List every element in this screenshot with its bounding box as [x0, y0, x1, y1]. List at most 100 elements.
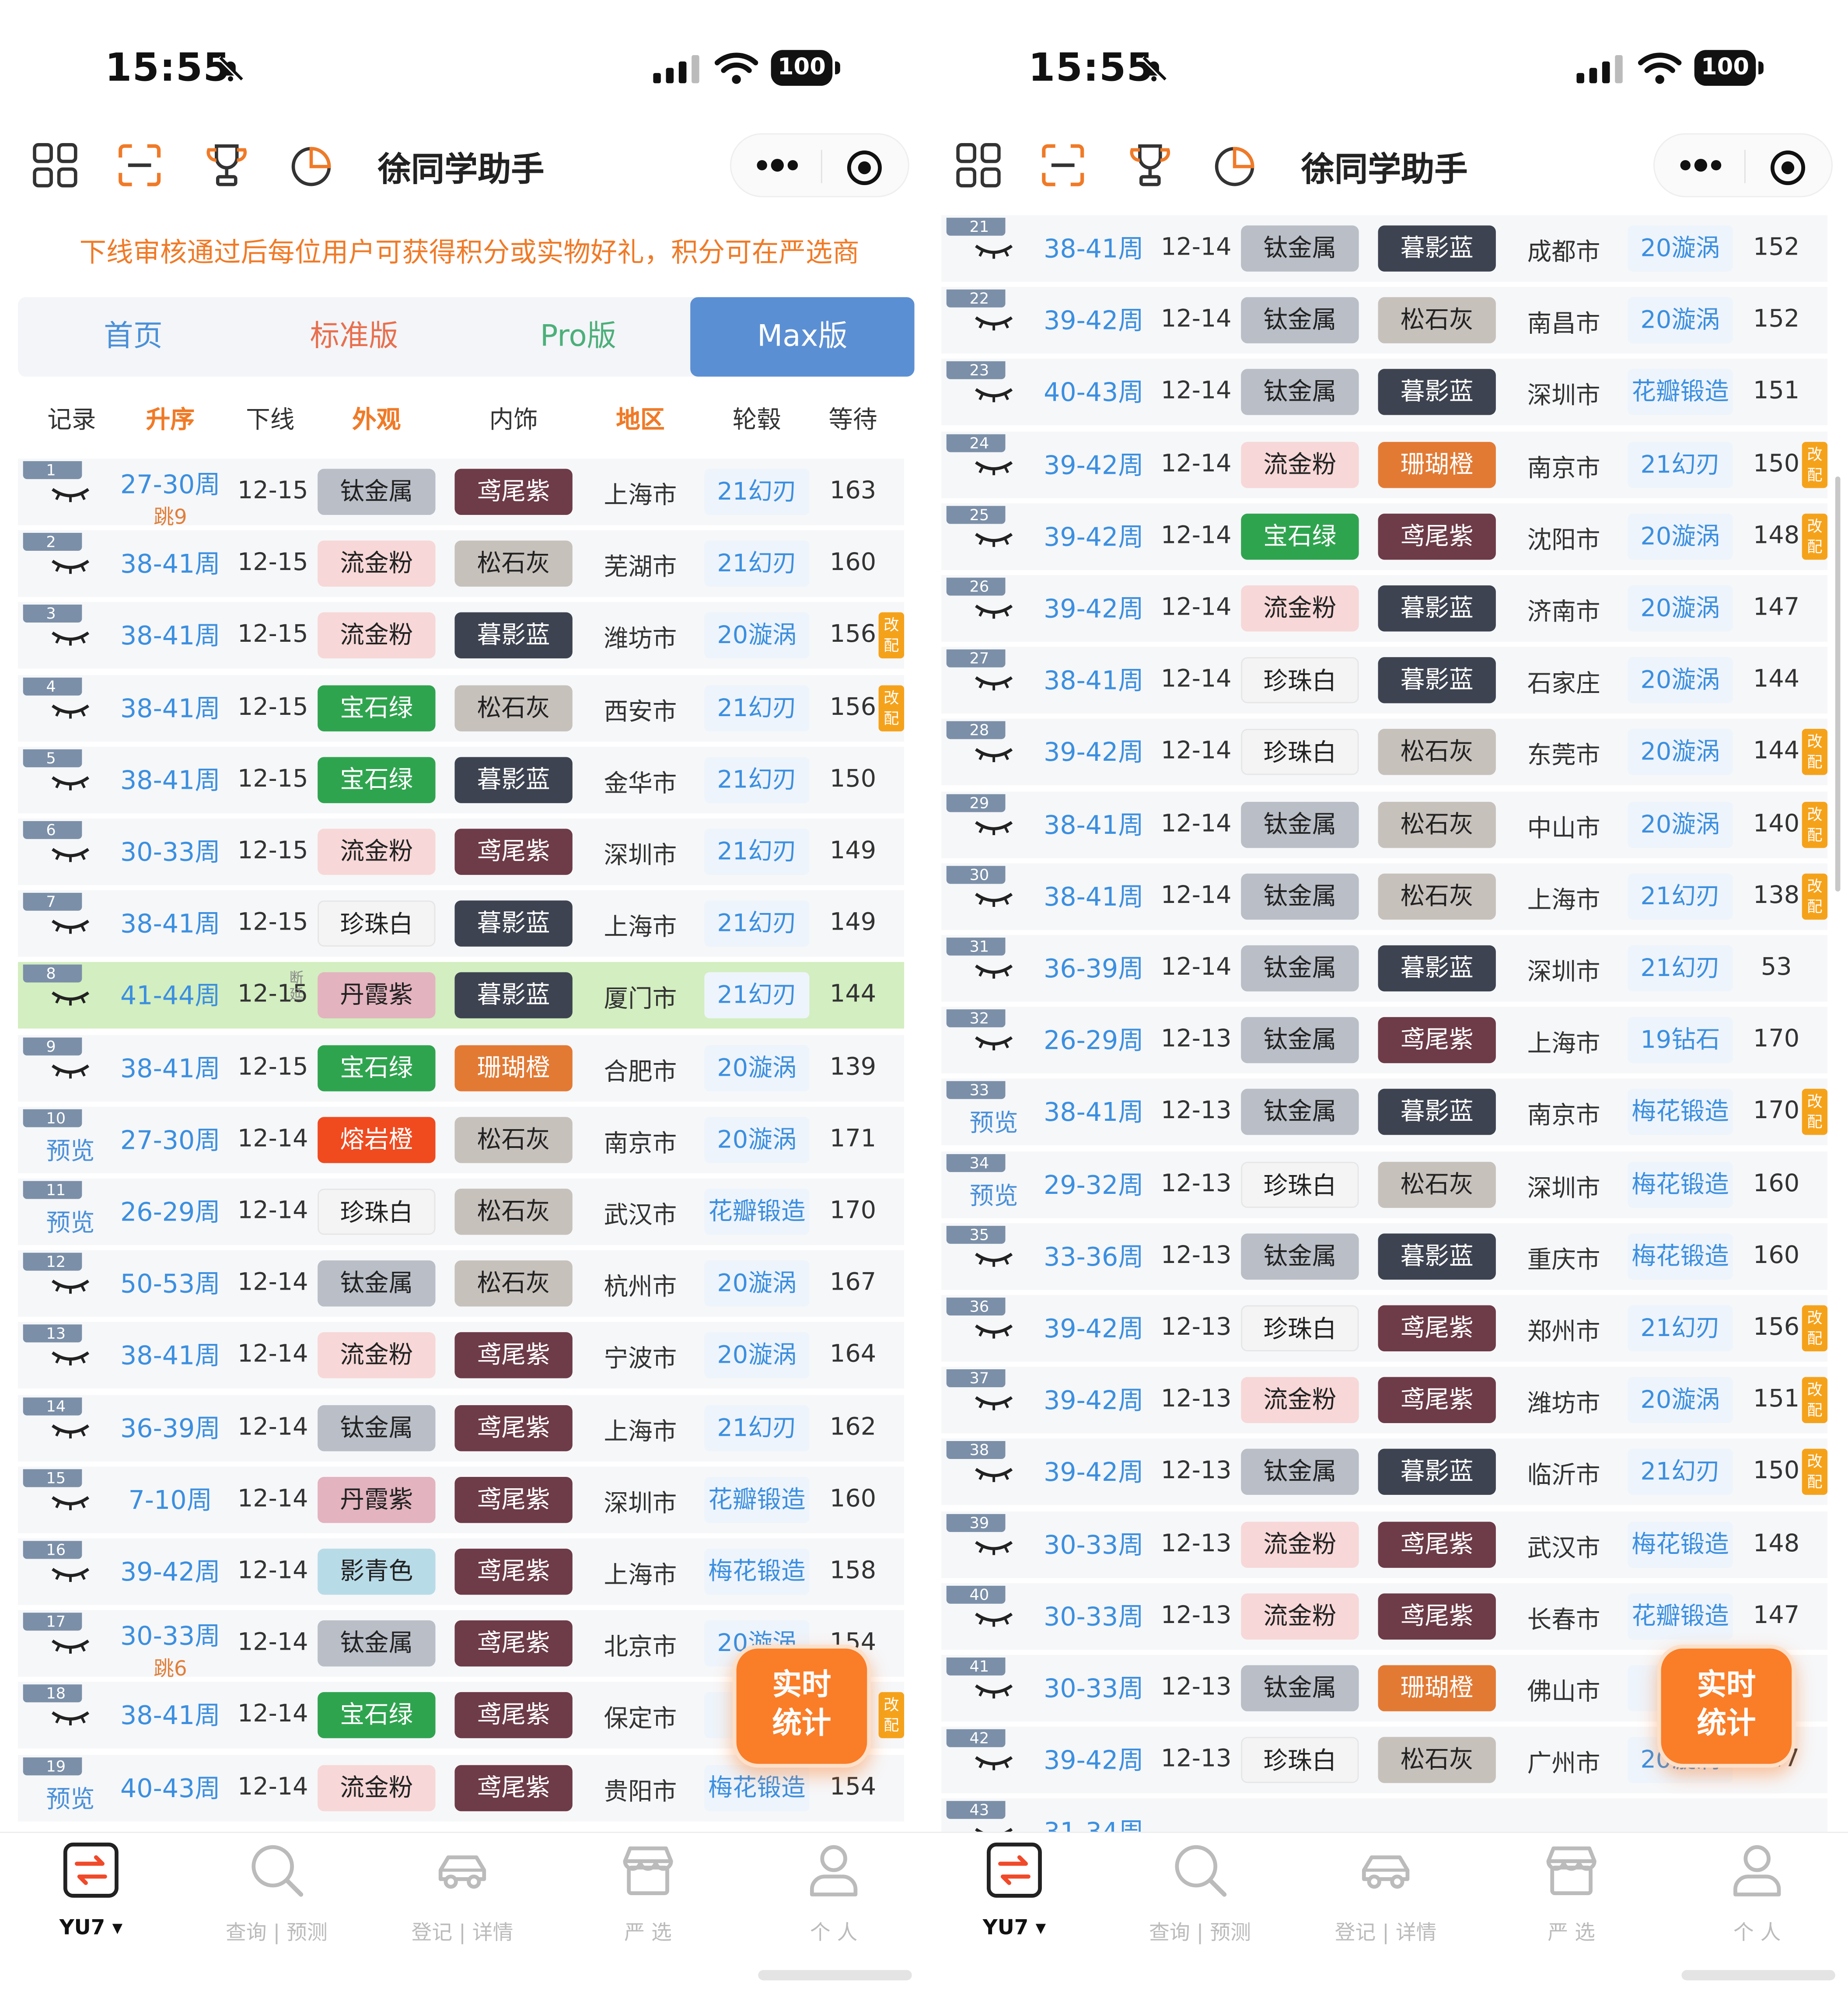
- eye-closed-icon[interactable]: [49, 1060, 92, 1081]
- eye-closed-icon[interactable]: [972, 241, 1016, 261]
- bottom-tab-2[interactable]: 登记 | 详情: [379, 1841, 546, 1956]
- eye-closed-icon[interactable]: [972, 529, 1016, 549]
- eye-closed-icon[interactable]: [972, 1033, 1016, 1053]
- table-row[interactable]: 6 30-33周 12-15 流金粉 鸢尾紫 深圳市 21幻刃 149: [17, 816, 905, 888]
- more-icon[interactable]: [1678, 152, 1724, 178]
- table-row[interactable]: 15 7-10周 12-14 丹霞紫 鸢尾紫 深圳市 花瓣锻造 160: [17, 1464, 905, 1536]
- eye-closed-icon[interactable]: [49, 700, 92, 721]
- eye-closed-icon[interactable]: [49, 1636, 92, 1657]
- column-header-2[interactable]: 下线: [220, 397, 320, 443]
- table-row[interactable]: 29 38-41周 12-14 钛金属 松石灰 中山市 20漩涡 140 改配: [941, 788, 1828, 860]
- eye-closed-icon[interactable]: [972, 817, 1016, 837]
- eye-closed-icon[interactable]: [972, 1825, 1016, 1832]
- table-row[interactable]: 37 39-42周 12-13 流金粉 鸢尾紫 潍坊市 20漩涡 151 改配: [941, 1364, 1828, 1436]
- eye-closed-icon[interactable]: [972, 1536, 1016, 1557]
- table-row[interactable]: 13 38-41周 12-14 流金粉 鸢尾紫 宁波市 20漩涡 164: [17, 1320, 905, 1392]
- table-row[interactable]: 35 33-36周 12-13 钛金属 暮影蓝 重庆市 梅花锻造 160: [941, 1221, 1828, 1292]
- table-row[interactable]: 21 38-41周 12-14 钛金属 暮影蓝 成都市 20漩涡 152: [941, 213, 1828, 284]
- column-header-7[interactable]: 等待: [817, 397, 889, 443]
- table-row[interactable]: 31 36-39周 12-14 钛金属 暮影蓝 深圳市 21幻刃 53: [941, 933, 1828, 1004]
- table-row[interactable]: 5 38-41周 12-15 宝石绿 暮影蓝 金华市 21幻刃 150: [17, 744, 905, 816]
- close-target-icon[interactable]: [1768, 147, 1809, 189]
- table-row[interactable]: 43 31-34周: [941, 1796, 1828, 1832]
- eye-closed-icon[interactable]: [49, 556, 92, 577]
- eye-closed-icon[interactable]: [972, 1681, 1016, 1701]
- eye-closed-icon[interactable]: [49, 1564, 92, 1585]
- table-row[interactable]: 27 38-41周 12-14 珍珠白 暮影蓝 石家庄 20漩涡 144: [941, 644, 1828, 716]
- realtime-stats-button[interactable]: 实时 统计: [1657, 1644, 1796, 1768]
- eye-closed-icon[interactable]: [972, 313, 1016, 333]
- preview-link[interactable]: 预览: [46, 1780, 94, 1815]
- eye-closed-icon[interactable]: [49, 1348, 92, 1368]
- bottom-tab-1[interactable]: 查询 | 预测: [1117, 1841, 1283, 1956]
- table-row[interactable]: 3 38-41周 12-15 流金粉 暮影蓝 潍坊市 20漩涡 156 改配: [17, 600, 905, 672]
- table-row[interactable]: 1 27-30周 跳9 12-15 钛金属 鸢尾紫 上海市 21幻刃 163: [17, 456, 905, 529]
- preview-link[interactable]: 预览: [969, 1177, 1018, 1211]
- eye-closed-icon[interactable]: [49, 988, 92, 1009]
- bottom-tab-4[interactable]: 个 人: [1674, 1841, 1841, 1956]
- table-row[interactable]: 8 41-44周 12-15 断延 丹霞紫 暮影蓝 厦门市 21幻刃 144: [17, 960, 905, 1032]
- tab-2[interactable]: Pro版: [466, 297, 690, 377]
- bottom-tab-2[interactable]: 登记 | 详情: [1303, 1841, 1469, 1956]
- bottom-tab-1[interactable]: 查询 | 预测: [193, 1841, 360, 1956]
- eye-closed-icon[interactable]: [972, 673, 1016, 693]
- tab-0[interactable]: 首页: [18, 297, 248, 377]
- close-target-icon[interactable]: [844, 147, 885, 189]
- preview-link[interactable]: 预览: [969, 1105, 1018, 1139]
- tab-1[interactable]: 标准版: [242, 297, 466, 377]
- column-header-0[interactable]: 记录: [23, 397, 121, 443]
- bottom-tab-3[interactable]: 严 选: [1488, 1841, 1655, 1956]
- table-row[interactable]: 25 39-42周 12-14 宝石绿 鸢尾紫 沈阳市 20漩涡 148 改配: [941, 500, 1828, 572]
- eye-closed-icon[interactable]: [49, 916, 92, 937]
- eye-closed-icon[interactable]: [49, 1708, 92, 1728]
- table-row[interactable]: 14 36-39周 12-14 钛金属 鸢尾紫 上海市 21幻刃 162: [17, 1392, 905, 1464]
- table-row[interactable]: 7 38-41周 12-15 珍珠白 暮影蓝 上海市 21幻刃 149: [17, 888, 905, 960]
- eye-closed-icon[interactable]: [49, 484, 92, 505]
- table-row[interactable]: 10 预览 27-30周 12-14 熔岩橙 松石灰 南京市 20漩涡 171: [17, 1104, 905, 1175]
- table-row[interactable]: 24 39-42周 12-14 流金粉 珊瑚橙 南京市 21幻刃 150 改配: [941, 429, 1828, 500]
- table-row[interactable]: 2 38-41周 12-15 流金粉 松石灰 芜湖市 21幻刃 160: [17, 528, 905, 600]
- eye-closed-icon[interactable]: [972, 1392, 1016, 1413]
- eye-closed-icon[interactable]: [972, 1249, 1016, 1269]
- table-row[interactable]: 36 39-42周 12-13 珍珠白 鸢尾紫 郑州市 21幻刃 156 改配: [941, 1292, 1828, 1364]
- preview-link[interactable]: 预览: [46, 1204, 94, 1238]
- scrollbar[interactable]: [1835, 476, 1841, 892]
- table-row[interactable]: 40 30-33周 12-13 流金粉 鸢尾紫 长春市 花瓣锻造 147: [941, 1581, 1828, 1652]
- table-row[interactable]: 11 预览 26-29周 12-14 珍珠白 松石灰 武汉市 花瓣锻造 170: [17, 1176, 905, 1248]
- eye-closed-icon[interactable]: [49, 1492, 92, 1513]
- eye-closed-icon[interactable]: [49, 628, 92, 649]
- eye-closed-icon[interactable]: [49, 1420, 92, 1441]
- table-row[interactable]: 39 30-33周 12-13 流金粉 鸢尾紫 武汉市 梅花锻造 148: [941, 1508, 1828, 1580]
- eye-closed-icon[interactable]: [972, 1753, 1016, 1773]
- bottom-tab-4[interactable]: 个 人: [751, 1841, 917, 1956]
- bottom-tab-0[interactable]: YU7 ▾: [8, 1841, 175, 1956]
- eye-closed-icon[interactable]: [972, 1465, 1016, 1485]
- eye-closed-icon[interactable]: [972, 1609, 1016, 1629]
- table-row[interactable]: 23 40-43周 12-14 钛金属 暮影蓝 深圳市 花瓣锻造 151: [941, 357, 1828, 428]
- table-row[interactable]: 9 38-41周 12-15 宝石绿 珊瑚橙 合肥市 20漩涡 139: [17, 1032, 905, 1104]
- table-row[interactable]: 33 预览 38-41周 12-13 钛金属 暮影蓝 南京市 梅花锻造 170 改配: [941, 1077, 1828, 1148]
- table-row[interactable]: 30 38-41周 12-14 钛金属 松石灰 上海市 21幻刃 138 改配: [941, 861, 1828, 932]
- eye-closed-icon[interactable]: [972, 961, 1016, 981]
- eye-closed-icon[interactable]: [972, 601, 1016, 621]
- bottom-tab-0[interactable]: YU7 ▾: [931, 1841, 1098, 1956]
- table-row[interactable]: 32 26-29周 12-13 钛金属 鸢尾紫 上海市 19钻石 170: [941, 1004, 1828, 1076]
- table-row[interactable]: 28 39-42周 12-14 珍珠白 松石灰 东莞市 20漩涡 144 改配: [941, 717, 1828, 788]
- table-row[interactable]: 34 预览 29-32周 12-13 珍珠白 松石灰 深圳市 梅花锻造 160: [941, 1148, 1828, 1220]
- table-row[interactable]: 22 39-42周 12-14 钛金属 松石灰 南昌市 20漩涡 152: [941, 285, 1828, 357]
- table-row[interactable]: 12 50-53周 12-14 钛金属 松石灰 杭州市 20漩涡 167: [17, 1248, 905, 1319]
- column-header-5[interactable]: 地区: [589, 397, 692, 443]
- column-header-6[interactable]: 轮毂: [704, 397, 809, 443]
- table-row[interactable]: 4 38-41周 12-15 宝石绿 松石灰 西安市 21幻刃 156 改配: [17, 672, 905, 744]
- column-header-1[interactable]: 升序: [120, 397, 220, 443]
- table-row[interactable]: 38 39-42周 12-13 钛金属 暮影蓝 临沂市 21幻刃 150 改配: [941, 1436, 1828, 1508]
- table-row[interactable]: 16 39-42周 12-14 影青色 鸢尾紫 上海市 梅花锻造 158: [17, 1536, 905, 1608]
- realtime-stats-button[interactable]: 实时 统计: [732, 1644, 871, 1768]
- eye-closed-icon[interactable]: [972, 889, 1016, 909]
- eye-closed-icon[interactable]: [972, 745, 1016, 765]
- tab-3[interactable]: Max版: [690, 297, 915, 377]
- eye-closed-icon[interactable]: [972, 385, 1016, 406]
- eye-closed-icon[interactable]: [49, 1276, 92, 1297]
- eye-closed-icon[interactable]: [49, 772, 92, 793]
- bottom-tab-3[interactable]: 严 选: [565, 1841, 731, 1956]
